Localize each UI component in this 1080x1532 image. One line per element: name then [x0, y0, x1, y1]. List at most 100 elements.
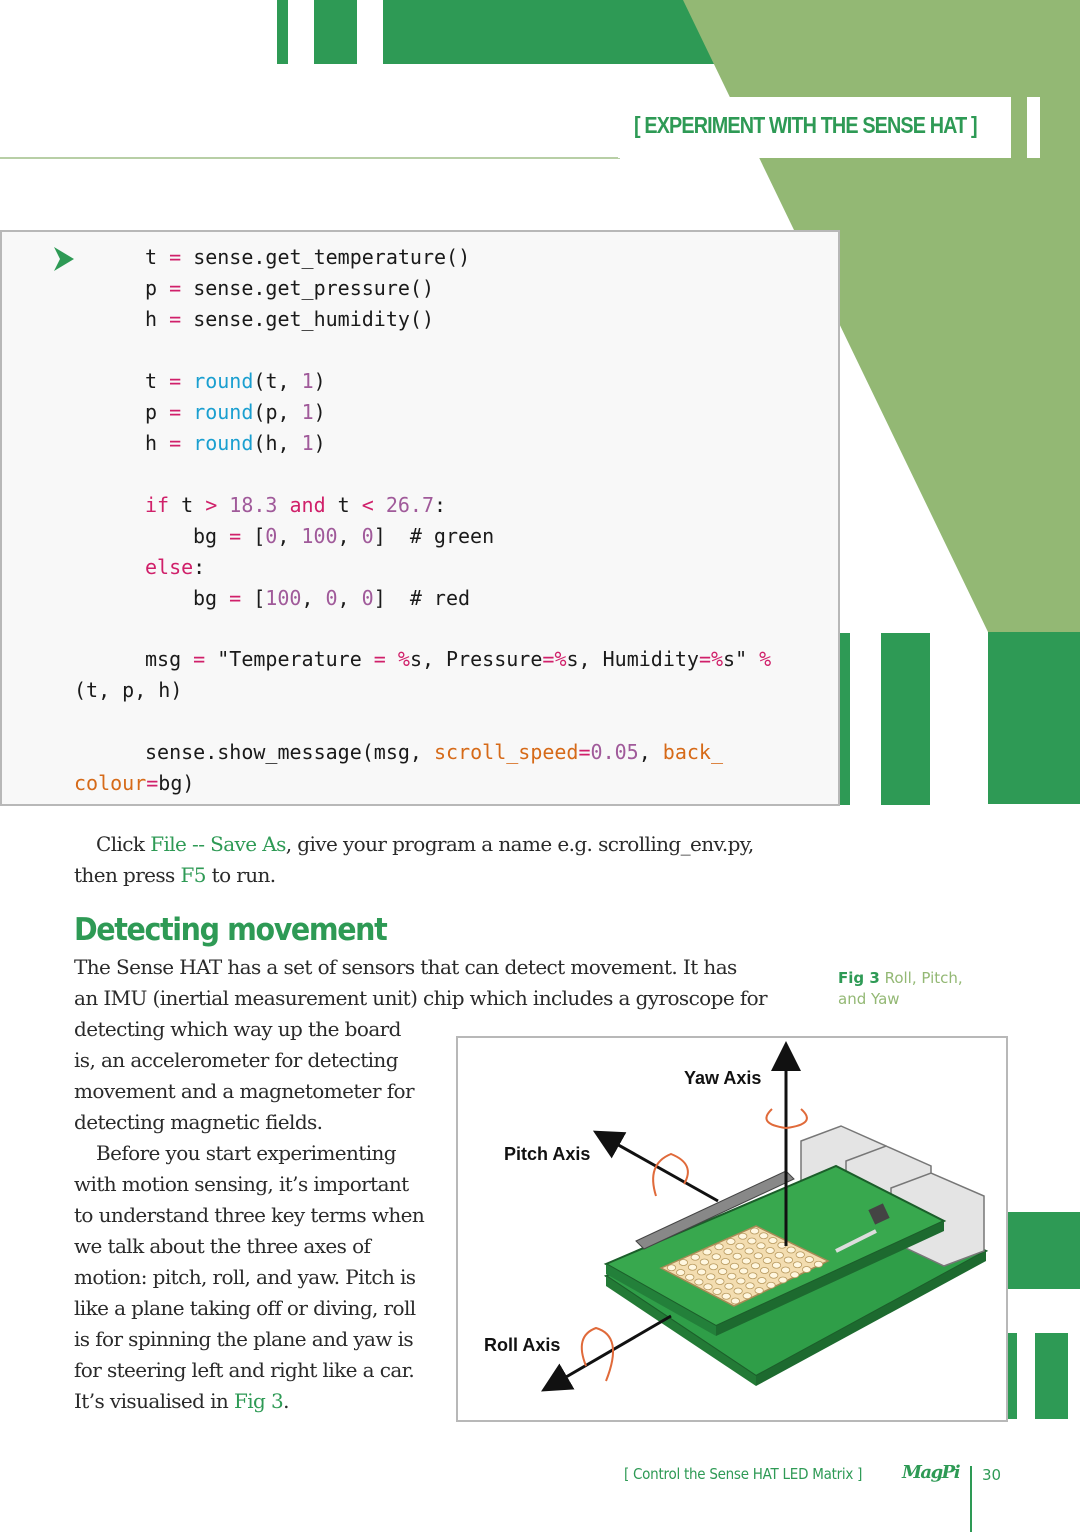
led: [757, 1277, 767, 1284]
led: [756, 1242, 766, 1250]
led: [685, 1273, 695, 1281]
para-column: detecting which way up the board is, an …: [74, 1014, 454, 1417]
led: [760, 1267, 770, 1274]
pitch-axis-label: Pitch Axis: [504, 1144, 591, 1164]
footer-divider: [970, 1466, 972, 1532]
code-line-1: t = sense.get_temperature(): [145, 245, 471, 269]
roll-rotation-icon: [580, 1326, 614, 1382]
led: [706, 1273, 716, 1281]
play-arrow-icon: [54, 247, 74, 271]
code-line-3: h = sense.get_humidity(): [145, 307, 435, 331]
roll-axis-label: Roll Axis: [484, 1335, 561, 1355]
text-line: is for spinning the plane and yaw is: [74, 1327, 414, 1351]
para1-full-width: The Sense HAT has a set of sensors that …: [74, 952, 804, 1014]
led: [762, 1257, 772, 1264]
header-white-bar: [1027, 97, 1040, 158]
led: [708, 1263, 719, 1271]
text-line: is, an accelerometer for detecting: [74, 1048, 399, 1072]
side-bar-5: [1008, 1333, 1017, 1419]
led: [781, 1266, 791, 1274]
led: [792, 1261, 803, 1269]
led: [750, 1262, 761, 1270]
code-line-4: t = round(t, 1): [145, 369, 326, 393]
led: [736, 1277, 746, 1285]
led: [711, 1253, 721, 1261]
led: [729, 1262, 740, 1270]
led: [783, 1256, 793, 1264]
code-line-5: p = round(p, 1): [145, 400, 326, 424]
led: [768, 1237, 778, 1244]
yaw-axis-label: Yaw Axis: [684, 1068, 762, 1088]
text-line: with motion sensing, it’s important: [74, 1172, 409, 1196]
side-bar-2: [881, 633, 930, 805]
magpi-logo: MagPi: [902, 1462, 961, 1483]
led: [742, 1292, 752, 1300]
text-line: The Sense HAT has a set of sensors that …: [74, 955, 737, 979]
led: [699, 1258, 709, 1266]
text-line: we talk about the three axes of: [74, 1234, 371, 1258]
text-line: an IMU (inertial measurement unit) chip …: [74, 986, 768, 1010]
led: [813, 1260, 824, 1268]
pitch-axis-arrow: [592, 1130, 719, 1203]
code-line-8: bg = [0, 100, 0] # green: [193, 524, 495, 548]
led: [790, 1271, 800, 1279]
side-bar-1: [839, 633, 850, 805]
led: [690, 1253, 700, 1261]
text-line: Before you start experimenting: [96, 1141, 397, 1165]
f5-key: F5: [180, 863, 206, 887]
led: [714, 1243, 724, 1251]
code-line-11: msg = "Temperature = %s, Pressure=%s, Hu…: [145, 647, 772, 671]
section-heading: Detecting movement: [74, 912, 388, 948]
text-line: movement and a magnetometer for: [74, 1079, 415, 1103]
led: [778, 1276, 788, 1284]
led: [726, 1238, 736, 1245]
fig3-reference: Fig 3: [233, 1389, 284, 1413]
code-line-7: if t > 18.3 and t < 26.7:: [145, 493, 447, 517]
led: [747, 1237, 757, 1245]
led: [739, 1267, 749, 1275]
text-line: detecting magnetic fields.: [74, 1110, 323, 1134]
instruction-paragraph: Click File -- Save As, give your program…: [74, 829, 814, 891]
led: [697, 1268, 707, 1276]
text-line: like a plane taking off or diving, roll: [74, 1296, 416, 1320]
side-bar-3: [988, 632, 1080, 804]
code-line-10: bg = [100, 0, 0] # red: [193, 586, 471, 610]
led: [769, 1271, 779, 1279]
led: [744, 1247, 754, 1255]
led: [786, 1246, 796, 1254]
led: [804, 1256, 814, 1263]
side-bar-6: [1035, 1333, 1068, 1419]
code-line-12: (t, p, h): [74, 678, 183, 702]
led: [694, 1278, 704, 1286]
led: [741, 1257, 751, 1265]
led: [765, 1247, 775, 1254]
led: [735, 1242, 745, 1250]
code-line-6: h = round(h, 1): [145, 431, 326, 455]
led: [721, 1292, 731, 1300]
code-line-14: colour=bg): [74, 771, 195, 795]
led: [715, 1278, 725, 1285]
page-number: 30: [982, 1466, 1002, 1484]
led: [724, 1282, 734, 1290]
led: [720, 1258, 730, 1265]
text-line: detecting which way up the board: [74, 1017, 401, 1041]
footer-title: [ Control the Sense HAT LED Matrix ]: [624, 1465, 863, 1483]
code-line-9: else:: [145, 555, 206, 579]
code-line-13: sense.show_message(msg, scroll_speed=0.0…: [145, 740, 724, 764]
led: [754, 1287, 764, 1294]
file-save-as-menu: File -- Save As: [150, 832, 286, 856]
led: [774, 1251, 784, 1259]
led: [678, 1259, 688, 1266]
led: [802, 1266, 812, 1273]
led: [750, 1227, 760, 1235]
text-line: to understand three key terms when: [74, 1203, 425, 1227]
led: [687, 1263, 698, 1271]
led: [727, 1272, 737, 1280]
led: [666, 1264, 677, 1272]
led: [745, 1282, 755, 1290]
figure-number: Fig 3: [838, 969, 880, 987]
instruction-line-2: then press F5 to run.: [74, 863, 276, 887]
text-line: for steering left and right like a car.: [74, 1358, 415, 1382]
led: [771, 1261, 782, 1269]
text-line: It’s visualised in Fig 3.: [74, 1389, 289, 1413]
